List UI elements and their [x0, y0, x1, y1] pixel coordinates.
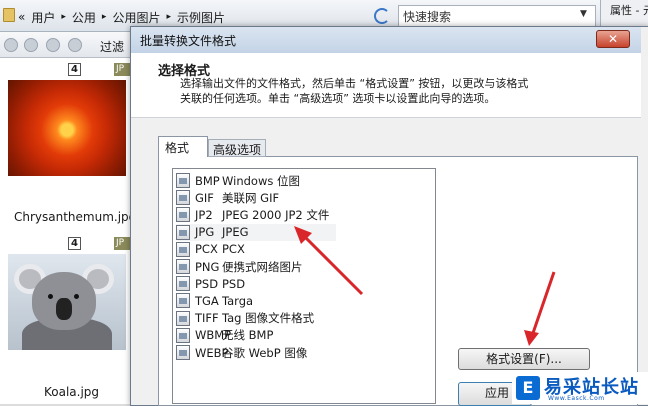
annotation-arrow-line	[530, 271, 556, 337]
format-settings-button[interactable]: 格式设置(F)...	[458, 348, 590, 370]
watermark-logo-icon: E	[516, 376, 540, 400]
watermark-url: Www.Easck.Com	[548, 395, 605, 402]
annotation-arrows	[294, 226, 556, 346]
annotation-arrow-line	[300, 232, 364, 296]
annotation-arrow-head	[524, 330, 539, 346]
